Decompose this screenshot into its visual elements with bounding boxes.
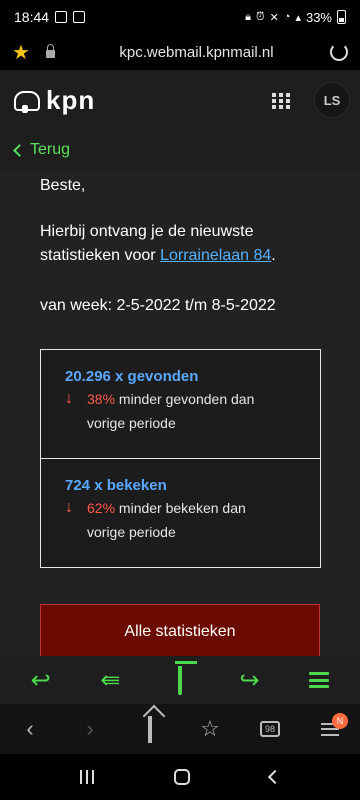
signal-icon: ▴	[295, 11, 301, 24]
delete-button[interactable]	[160, 666, 200, 695]
trash-icon	[177, 666, 182, 695]
android-back-icon[interactable]	[267, 769, 283, 785]
stat-percent: 38%	[87, 391, 116, 407]
browser-back-icon[interactable]: ‹	[10, 716, 50, 742]
reply-icon[interactable]: ↩︎	[21, 666, 61, 695]
alarm-icon: ⏰︎	[255, 10, 265, 23]
clock: 18:44	[14, 9, 50, 25]
status-bar: 18:44 🔒︎ ⏰︎ ✕ ◔ ▴ 33%	[0, 0, 360, 34]
arrow-down-icon: ↓	[65, 499, 73, 516]
recents-icon[interactable]	[80, 770, 94, 784]
reply-all-icon[interactable]: ⇚	[90, 666, 130, 695]
stat-box-found: 20.296 x gevonden ↓ 38% minder gevonden …	[40, 349, 321, 459]
greeting: Beste,	[40, 177, 86, 194]
kpn-logo[interactable]: kpn	[10, 85, 95, 116]
stat-box-viewed: 724 x bekeken ↓ 62% minder bekeken dan v…	[40, 458, 321, 568]
gallery-notification-icon	[55, 11, 68, 23]
menu-icon	[309, 672, 330, 688]
brand-name: kpn	[46, 84, 96, 115]
browser-navigation: ‹ › ☆ 98 N	[0, 704, 360, 754]
more-menu-button[interactable]	[299, 672, 339, 688]
star-icon[interactable]: ★	[12, 40, 40, 65]
wifi-icon: ◔	[283, 11, 291, 23]
reload-icon[interactable]	[330, 43, 348, 61]
intro-end: .	[271, 247, 276, 264]
address-link[interactable]: Lorrainelaan 84	[160, 247, 271, 264]
bookmark-icon[interactable]: ☆	[190, 716, 230, 742]
tabs-icon: 98	[260, 721, 280, 737]
stat-title: 724 x bekeken	[65, 477, 167, 494]
app-header: kpn LS	[0, 70, 360, 130]
android-navigation	[0, 754, 360, 800]
notification-badge: N	[332, 712, 348, 729]
email-body: Beste, Hierbij ontvang je de nieuwste st…	[0, 170, 360, 656]
forward-icon[interactable]: ↪︎	[230, 666, 270, 695]
chevron-left-icon[interactable]	[13, 143, 26, 157]
all-statistics-button[interactable]: Alle statistieken	[40, 604, 320, 656]
app-notification-icon	[73, 11, 86, 23]
lock-status-icon: 🔒︎	[245, 10, 251, 23]
back-link[interactable]: Terug	[30, 141, 70, 159]
mute-icon: ✕	[269, 11, 279, 24]
stat-title: 20.296 x gevonden	[65, 368, 199, 385]
browser-menu-button[interactable]: N	[310, 712, 350, 736]
tabs-button[interactable]: 98	[250, 721, 290, 737]
week-text: van week: 2-5-2022 t/m 8-5-2022	[40, 297, 276, 314]
arrow-down-icon: ↓	[65, 390, 73, 407]
crown-icon	[10, 85, 40, 115]
stat-percent: 62%	[87, 500, 116, 516]
android-home-icon[interactable]	[174, 769, 190, 785]
lock-icon[interactable]	[46, 44, 55, 58]
avatar[interactable]: LS	[314, 82, 350, 118]
browser-url-bar: ★ kpc.webmail.kpnmail.nl	[0, 34, 360, 70]
browser-forward-icon[interactable]: ›	[70, 716, 110, 742]
home-icon	[148, 716, 152, 743]
url-text[interactable]: kpc.webmail.kpnmail.nl	[73, 44, 320, 61]
stat-description: 62% minder bekeken dan vorige periode	[87, 496, 287, 544]
battery-percentage: 33%	[305, 9, 332, 25]
mail-action-bar: ↩︎ ⇚ ↪︎	[0, 656, 360, 704]
intro-paragraph: Hierbij ontvang je de nieuwste statistie…	[40, 220, 320, 268]
browser-home-button[interactable]	[130, 716, 170, 743]
back-row: Terug	[0, 130, 360, 170]
battery-icon	[337, 10, 346, 24]
stat-description: 38% minder gevonden dan vorige periode	[87, 387, 287, 435]
grid-icon[interactable]	[272, 93, 290, 109]
